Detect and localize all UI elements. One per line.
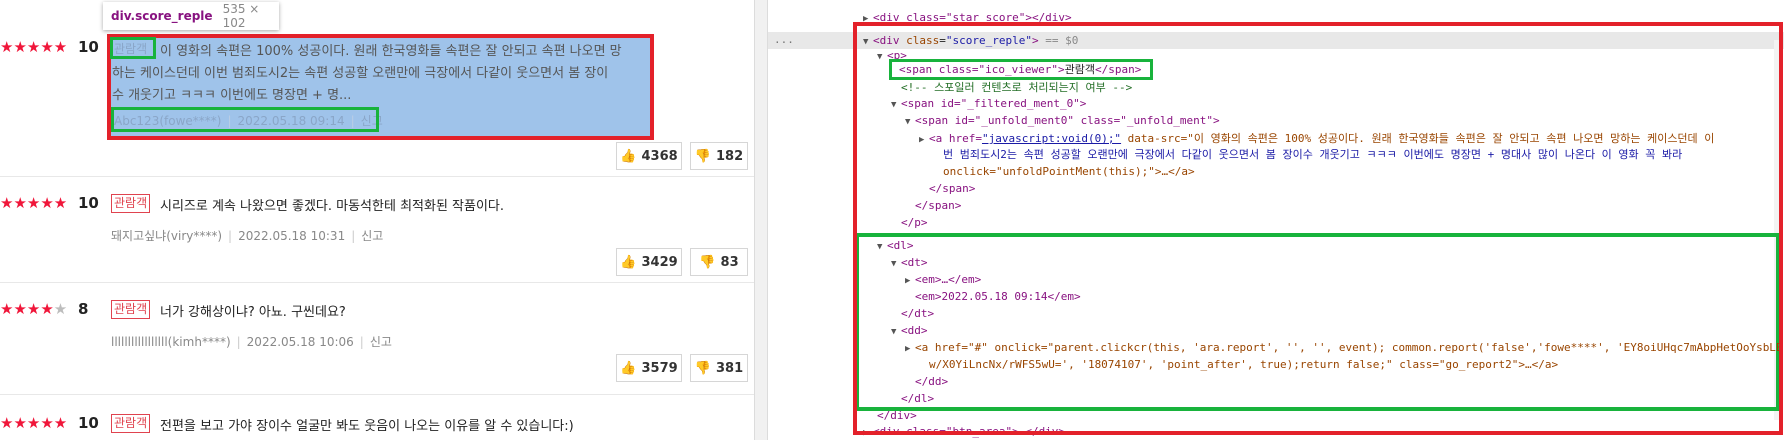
review-score: 10 [78,414,99,432]
review-divider [0,176,754,177]
review-divider [0,394,754,395]
thumbs-down-icon: 👎 [694,360,712,376]
report-link[interactable]: 신고 [361,229,383,243]
star-rating: ★★★★★ [0,194,68,212]
gutter-ellipsis[interactable]: ... [774,33,794,46]
review-text: 전편을 보고 가야 장이수 얼굴만 봐도 웃음이 나오는 이유를 알 수 있습니… [160,419,574,434]
thumbs-down-icon: 👎 [699,254,716,270]
report-link[interactable]: 신고 [370,335,392,349]
review-score: 10 [78,194,99,212]
review-text: 시리즈로 계속 나왔으면 좋겠다. 마동석한테 최적화된 작품이다. [160,199,505,214]
star-rating: ★★★★★ [0,38,68,56]
review-date: 2022.05.18 10:31 [238,229,346,243]
dislike-button[interactable]: 👎 83 [690,248,748,276]
inspector-tooltip: div.score_reple 535 × 102 [103,2,279,30]
thumbs-up-icon: 👍 [620,148,637,164]
review-score: 10 [78,38,99,56]
like-button[interactable]: 👍 3579 [616,354,682,382]
star-rating: ★★★★★ [0,300,68,318]
review-text: 너가 강해상이냐? 아뇨. 구씬데요? [160,305,346,320]
score-reple-annotation-box [853,22,1783,435]
review-meta: 돼지고싶냐(viry****) | 2022.05.18 10:31 | 신고 [111,229,384,243]
dislike-button[interactable]: 👎 381 [690,354,748,382]
tooltip-tag: div.score_reple [111,9,213,23]
viewer-badge: 관람객 [111,194,151,213]
meta-annotation-box [111,107,379,132]
star-rating: ★★★★★ [0,414,68,432]
thumbs-down-icon: 👎 [694,148,712,164]
review-score: 8 [78,300,89,318]
review-author: 돼지고싶냐(viry****) [111,229,223,243]
badge-annotation-box [110,37,156,59]
tooltip-size: 535 × 102 [222,2,260,30]
like-button[interactable]: 👍 3429 [616,248,682,276]
viewer-badge: 관람객 [111,414,151,433]
review-text-line[interactable]: 수 개웃기고 ㅋㅋㅋ 이번에도 명장면 + 명... [112,84,351,103]
dislike-button[interactable]: 👎 182 [690,142,748,170]
review-list-pane: ★★★★★ 10 관람객 이 영화의 속편은 100% 성공이다. 원래 한국영… [0,0,754,440]
viewer-badge: 관람객 [111,300,151,319]
thumbs-up-icon: 👍 [620,254,637,270]
review-text-line: 이 영화의 속편은 100% 성공이다. 원래 한국영화들 속편은 잘 안되고 … [160,44,622,59]
review-author: lllllllllllllllll(kimh****) [111,335,231,349]
review-text-line: 하는 케이스던데 이번 범죄도시2는 속편 성공할 오랜만에 극장에서 다같이 … [112,66,609,81]
pane-splitter[interactable] [754,0,768,440]
review-date: 2022.05.18 10:06 [246,335,354,349]
like-button[interactable]: 👍 4368 [616,142,682,170]
devtools-elements-panel: ... ▶ <div class="star_score"></div> ▼ <di… [768,0,1784,440]
thumbs-up-icon: 👍 [620,360,637,376]
review-meta: lllllllllllllllll(kimh****) | 2022.05.18 1… [111,335,392,349]
review-divider [0,282,754,283]
